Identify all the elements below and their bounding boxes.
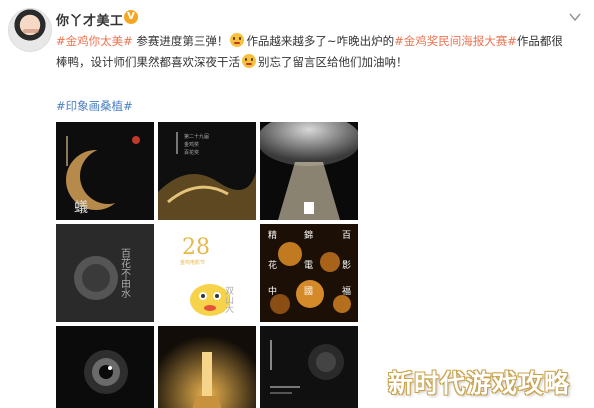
poster-artwork: 精 錦 百 花 電 影 中 國 福 bbox=[260, 224, 358, 322]
sleepy-face-icon bbox=[242, 54, 256, 68]
svg-text:精: 精 bbox=[268, 229, 277, 241]
poster-image-6[interactable]: 精 錦 百 花 電 影 中 國 福 bbox=[260, 224, 358, 322]
poster-artwork bbox=[260, 326, 358, 408]
poster-artwork: 28 金鸡电影节 双山大 bbox=[158, 224, 256, 322]
poster-artwork: 第二十九届 金鸡奖 百花奖 bbox=[158, 122, 256, 220]
svg-text:百花不由水: 百花不由水 bbox=[119, 248, 131, 298]
post-text-segment: 参赛进度第三弹！ bbox=[132, 34, 229, 48]
username[interactable]: 你丫才美工 bbox=[56, 10, 124, 29]
svg-text:28: 28 bbox=[182, 235, 210, 260]
svg-text:金鸡奖: 金鸡奖 bbox=[184, 141, 199, 148]
poster-artwork: 百花不由水 bbox=[56, 224, 154, 322]
svg-text:蟻: 蟻 bbox=[74, 199, 88, 216]
chevron-down-icon[interactable] bbox=[568, 10, 582, 24]
svg-text:國: 國 bbox=[304, 286, 313, 297]
image-grid: 蟻 第二十九届 金鸡奖 百花奖 百花不由水 28 金鸡电影节 双山大 精 錦 百… bbox=[56, 122, 358, 408]
surprised-face-icon bbox=[230, 33, 245, 47]
avatar[interactable] bbox=[8, 8, 52, 52]
svg-text:花: 花 bbox=[268, 259, 277, 271]
svg-text:電: 電 bbox=[304, 260, 313, 271]
svg-text:中: 中 bbox=[268, 285, 277, 297]
svg-text:錦: 錦 bbox=[304, 229, 313, 241]
poster-image-7[interactable] bbox=[56, 326, 154, 408]
svg-text:百花奖: 百花奖 bbox=[184, 149, 199, 156]
svg-text:金鸡电影节: 金鸡电影节 bbox=[180, 259, 205, 266]
poster-artwork bbox=[158, 326, 256, 408]
post-text: #金鸡你太美# 参赛进度第三弹！ 作品越来越多了~咋晚出炉的#金鸡奖民间海报大赛#… bbox=[56, 31, 572, 73]
poster-image-8[interactable] bbox=[158, 326, 256, 408]
poster-artwork: 蟻 bbox=[66, 136, 140, 216]
post-text-segment: 别忘了留言区给他们加油呐！ bbox=[258, 55, 408, 69]
poster-artwork bbox=[56, 326, 154, 408]
hashtag-link[interactable]: #金鸡你太美# bbox=[56, 34, 133, 48]
poster-artwork bbox=[260, 122, 358, 220]
svg-text:双山大: 双山大 bbox=[223, 286, 234, 314]
svg-text:福: 福 bbox=[342, 285, 351, 297]
topic-tag[interactable]: #印象画桑植# bbox=[56, 98, 133, 114]
svg-text:第二十九届: 第二十九届 bbox=[184, 133, 209, 140]
poster-image-9[interactable] bbox=[260, 326, 358, 408]
poster-image-5[interactable]: 28 金鸡电影节 双山大 bbox=[158, 224, 256, 322]
poster-image-4[interactable]: 百花不由水 bbox=[56, 224, 154, 322]
verified-badge-icon: V bbox=[124, 10, 138, 24]
svg-text:百: 百 bbox=[342, 230, 351, 241]
watermark: 新时代游戏攻略 bbox=[388, 369, 571, 398]
post-text-segment: 作品越来越多了~咋晚出炉的 bbox=[246, 34, 395, 48]
poster-image-1[interactable]: 蟻 bbox=[56, 122, 154, 220]
svg-text:影: 影 bbox=[342, 260, 351, 271]
hashtag-link[interactable]: #金鸡奖民间海报大赛# bbox=[394, 34, 517, 48]
poster-image-2[interactable]: 第二十九届 金鸡奖 百花奖 bbox=[158, 122, 256, 220]
poster-image-3[interactable] bbox=[260, 122, 358, 220]
